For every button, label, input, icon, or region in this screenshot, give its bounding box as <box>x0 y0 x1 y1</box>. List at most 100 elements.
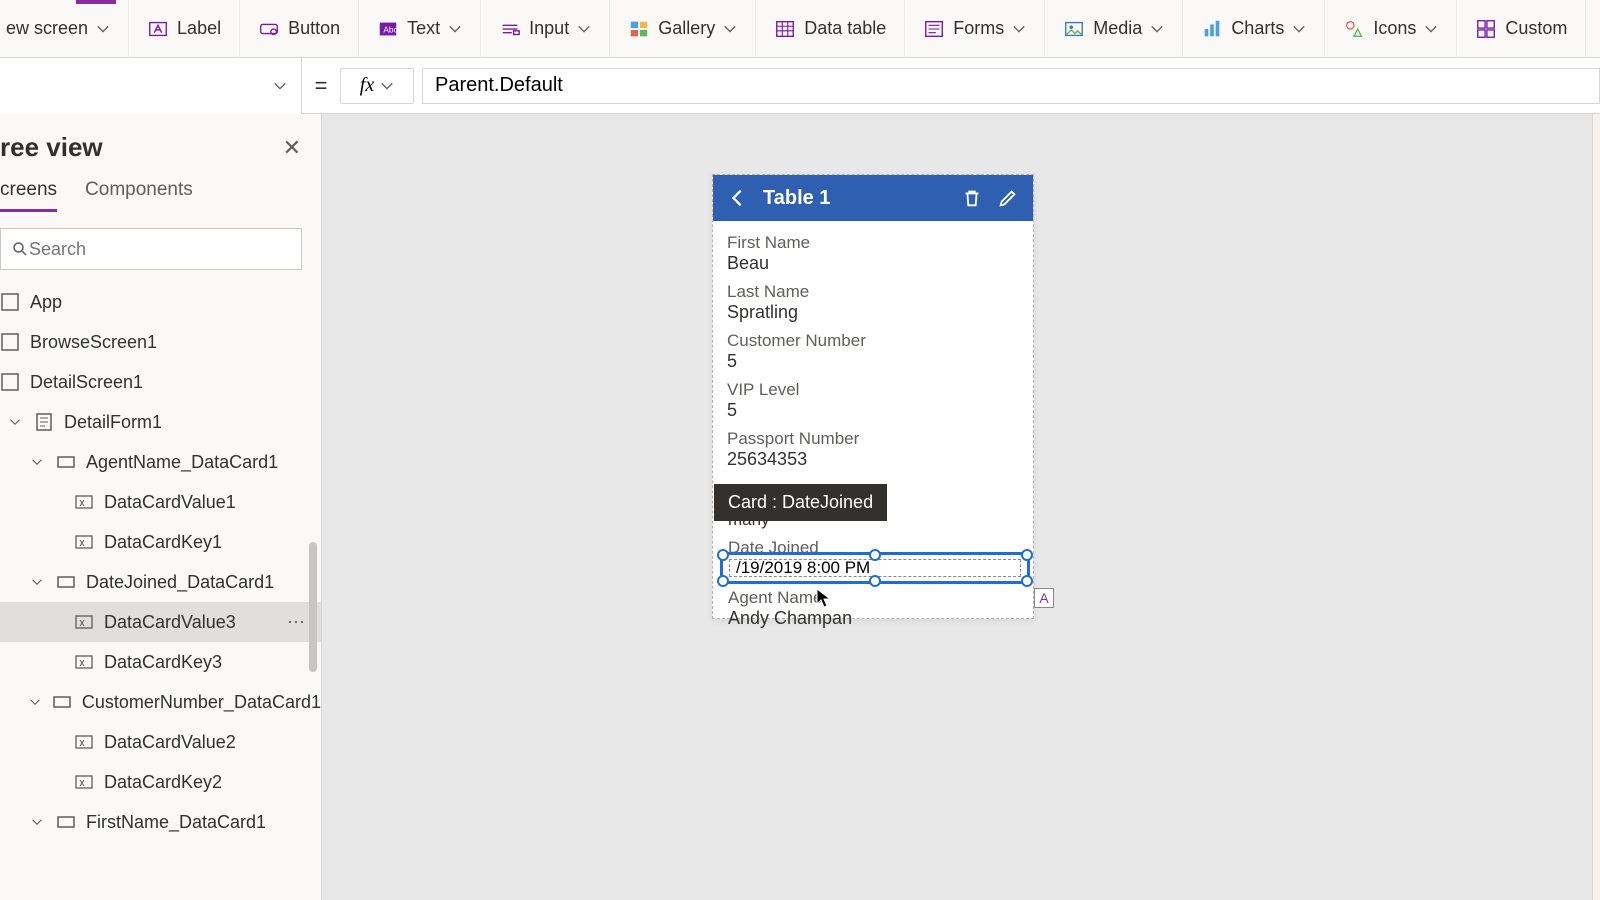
chevron-down-icon <box>273 79 287 93</box>
tree-node-datecard[interactable]: DateJoined_DataCard1 <box>0 562 321 602</box>
node-label: BrowseScreen1 <box>30 332 157 353</box>
edit-icon[interactable] <box>997 187 1019 209</box>
tree-node-dcv3[interactable]: DataCardValue3 ⋯ <box>0 602 321 642</box>
gallery-label: Gallery <box>658 18 715 39</box>
formula-input[interactable]: Parent.Default <box>422 68 1600 104</box>
input-button[interactable]: Input <box>481 0 610 58</box>
tree-node-detailscreen[interactable]: DetailScreen1 <box>0 362 321 402</box>
tree-node-detailform[interactable]: DetailForm1 <box>0 402 321 442</box>
tree-node-dck3[interactable]: DataCardKey3 <box>0 642 321 682</box>
agent-name-label: Agent Name <box>728 588 823 608</box>
data-table-button[interactable]: Data table <box>756 0 905 58</box>
label-text: Label <box>177 18 221 39</box>
field-value: Spratling <box>727 302 1019 323</box>
fx-button[interactable]: fx <box>340 68 414 104</box>
node-label: App <box>30 292 62 313</box>
close-icon[interactable]: ✕ <box>283 135 301 161</box>
resize-handle[interactable] <box>1021 575 1033 587</box>
right-rail <box>1592 114 1600 900</box>
insert-ribbon: ew screen Label Button Abc Text Input Ga… <box>0 0 1600 58</box>
tree-node-dcv2[interactable]: DataCardValue2 <box>0 722 321 762</box>
resize-handle[interactable] <box>869 549 881 561</box>
formula-bar: = fx Parent.Default <box>0 58 1600 114</box>
field-label: VIP Level <box>727 380 1019 400</box>
equals-sign: = <box>302 73 340 99</box>
node-label: DataCardKey2 <box>104 772 222 793</box>
field-label: Last Name <box>727 282 1019 302</box>
tree-node-dcv1[interactable]: DataCardValue1 <box>0 482 321 522</box>
media-button[interactable]: Media <box>1045 0 1183 58</box>
label-icon <box>74 772 94 792</box>
icons-icon <box>1343 18 1365 40</box>
node-label: DateJoined_DataCard1 <box>86 572 274 593</box>
card-icon <box>52 692 72 712</box>
new-screen-button[interactable]: ew screen <box>6 0 129 58</box>
tree-node-custcard[interactable]: CustomerNumber_DataCard1 <box>0 682 321 722</box>
new-screen-label: ew screen <box>6 18 88 39</box>
more-icon[interactable]: ⋯ <box>287 612 305 633</box>
chevron-down-icon <box>96 22 110 36</box>
custom-label: Custom <box>1505 18 1567 39</box>
tree-node-dck2[interactable]: DataCardKey2 <box>0 762 321 802</box>
chevron-down-icon[interactable] <box>28 456 46 468</box>
search-input[interactable] <box>29 239 291 260</box>
icons-button[interactable]: Icons <box>1325 0 1457 58</box>
tree-search[interactable] <box>0 228 302 270</box>
chevron-down-icon[interactable] <box>28 576 46 588</box>
text-button[interactable]: Abc Text <box>359 0 481 58</box>
tree-node-firstcard[interactable]: FirstName_DataCard1 <box>0 802 321 842</box>
forms-button[interactable]: Forms <box>905 0 1045 58</box>
canvas[interactable]: Table 1 First NameBeau Last NameSpratlin… <box>322 114 1592 900</box>
back-icon[interactable] <box>727 187 749 209</box>
screen-icon <box>0 372 20 392</box>
trash-icon[interactable] <box>961 187 983 209</box>
tree-scrollbar[interactable] <box>309 542 317 672</box>
node-label: DataCardValue3 <box>104 612 236 633</box>
node-label: DetailScreen1 <box>30 372 143 393</box>
card-icon <box>56 812 76 832</box>
field-value: 25634353 <box>727 449 1019 470</box>
data-table-label: Data table <box>804 18 886 39</box>
tab-screens[interactable]: creens <box>0 179 57 212</box>
input-icon <box>499 18 521 40</box>
tree-node-app[interactable]: App <box>0 282 321 322</box>
tree-title: ree view <box>0 132 103 163</box>
chevron-down-icon <box>577 22 591 36</box>
selected-control[interactable]: /19/2019 8:00 PM <box>720 552 1030 584</box>
search-icon <box>11 240 29 258</box>
tree-node-browse[interactable]: BrowseScreen1 <box>0 322 321 362</box>
tree-node-agentcard[interactable]: AgentName_DataCard1 <box>0 442 321 482</box>
forms-icon <box>923 18 945 40</box>
label-button[interactable]: Label <box>129 0 240 58</box>
resize-handle[interactable] <box>717 575 729 587</box>
charts-button[interactable]: Charts <box>1183 0 1325 58</box>
resize-handle[interactable] <box>1021 549 1033 561</box>
custom-button[interactable]: Custom <box>1457 0 1586 58</box>
accessibility-badge[interactable]: A <box>1034 588 1054 608</box>
button-button[interactable]: Button <box>240 0 359 58</box>
svg-text:Abc: Abc <box>384 25 398 34</box>
media-label: Media <box>1093 18 1142 39</box>
screen-icon <box>0 332 20 352</box>
chevron-down-icon[interactable] <box>28 696 42 708</box>
charts-icon <box>1201 18 1223 40</box>
formula-value: Parent.Default <box>435 74 563 97</box>
chevron-down-icon[interactable] <box>6 416 24 428</box>
label-icon <box>74 492 94 512</box>
field-label: Passport Number <box>727 429 1019 449</box>
agent-name-value: Andy Champan <box>728 608 852 629</box>
resize-handle[interactable] <box>717 549 729 561</box>
node-label: DataCardKey1 <box>104 532 222 553</box>
chevron-down-icon <box>1150 22 1164 36</box>
card-icon <box>56 452 76 472</box>
resize-handle[interactable] <box>869 575 881 587</box>
tab-components[interactable]: Components <box>85 179 193 212</box>
property-selector[interactable] <box>0 58 302 114</box>
chevron-down-icon <box>1292 22 1306 36</box>
field-label: First Name <box>727 233 1019 253</box>
media-icon <box>1063 18 1085 40</box>
tree-node-dck1[interactable]: DataCardKey1 <box>0 522 321 562</box>
gallery-button[interactable]: Gallery <box>610 0 756 58</box>
chevron-down-icon[interactable] <box>28 816 46 828</box>
app-icon <box>0 292 20 312</box>
